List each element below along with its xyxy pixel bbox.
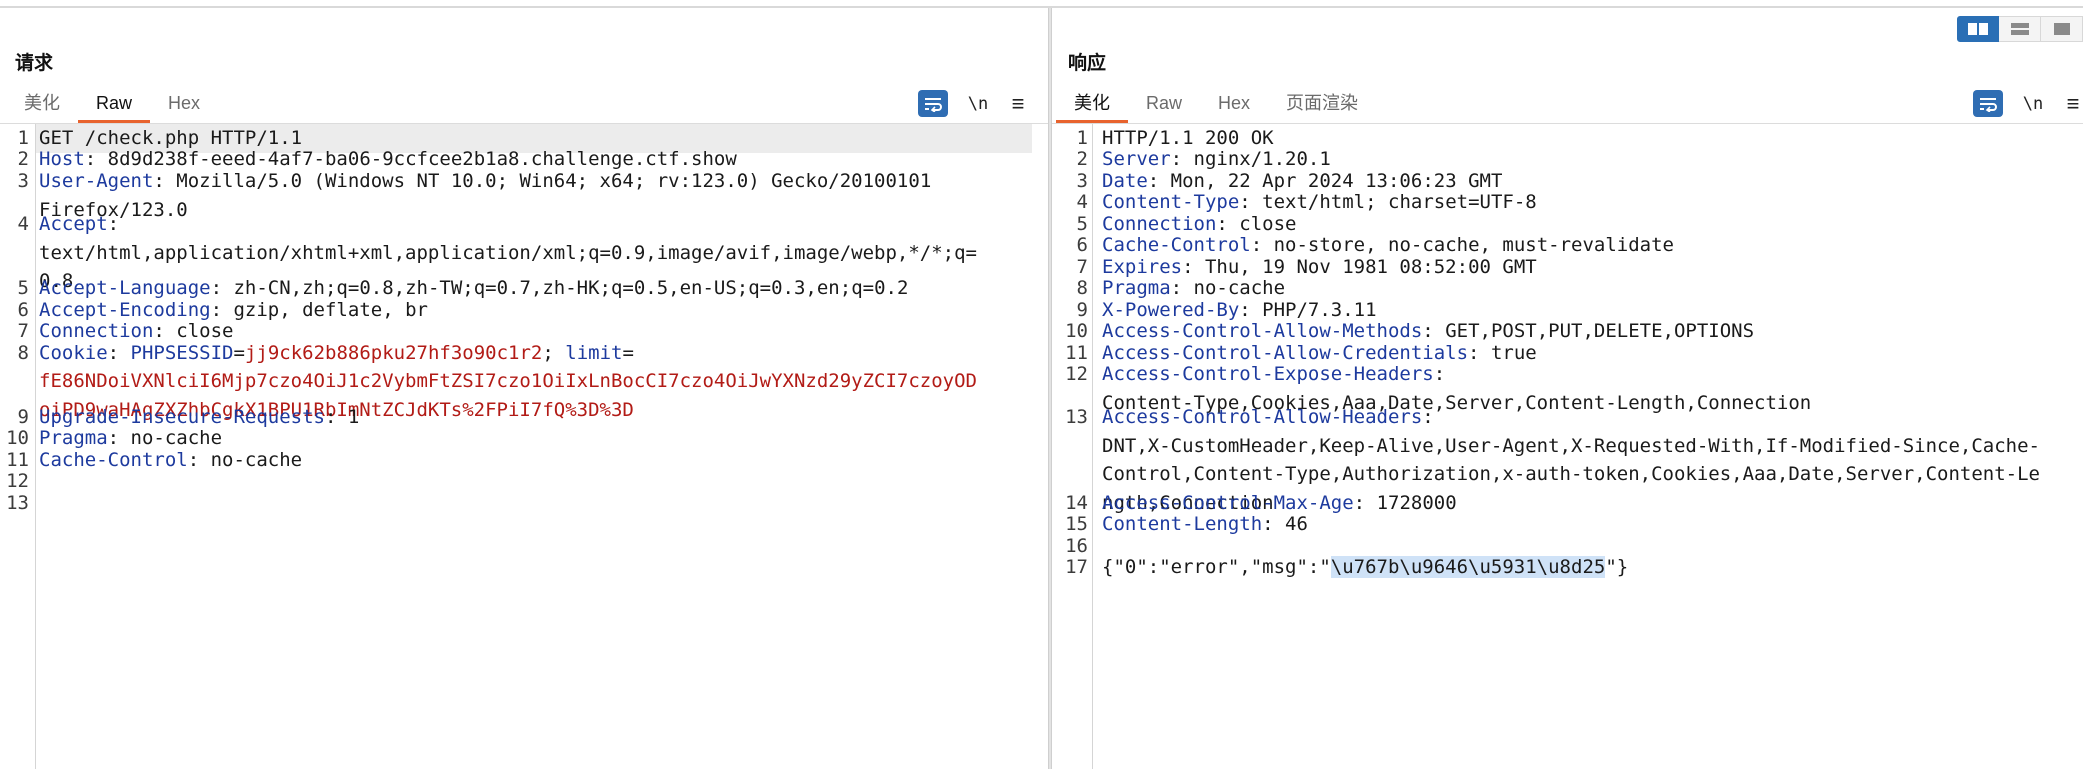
header-separator: :: [153, 169, 177, 192]
wrap-toggle-button[interactable]: [1973, 90, 2003, 117]
body-text: {"0":"error","msg":": [1102, 556, 1331, 578]
tab-页面渲染[interactable]: 页面渲染: [1268, 85, 1376, 123]
line-number: 13: [1065, 405, 1088, 428]
line-number: 13: [6, 491, 29, 514]
request-editor[interactable]: 1 GET /check.php HTTP/1.1 2 Host: 8d9d238f-…: [0, 124, 1048, 769]
equals-sign: =: [233, 341, 245, 364]
header-value: 46: [1285, 513, 1308, 536]
cookie-name: limit: [565, 341, 623, 364]
selected-text[interactable]: \u767b\u9646\u5931\u8d25: [1330, 556, 1606, 578]
code-line: Content-Length: 46: [1102, 510, 1308, 539]
response-title: 响应: [1068, 53, 1107, 74]
menu-icon[interactable]: ≡: [2063, 92, 2083, 114]
header-value: 1728000: [1376, 491, 1457, 514]
response-pane: 响应 美化 Raw Hex 页面渲染 \n ≡ 1 HTTP/1.1 200 OK 2 Se…: [1052, 8, 2083, 769]
response-editor[interactable]: 1 HTTP/1.1 200 OK 2 Server: nginx/1.20.1 3 Da…: [1052, 124, 2083, 769]
header-name: Cookie: [39, 341, 108, 364]
tab-美化[interactable]: 美化: [6, 85, 78, 123]
header-value: text/html,application/xhtml+xml,applicat…: [39, 241, 977, 264]
cookie-value: jj9ck62b886pku27hf3o90c1r2: [244, 341, 543, 364]
code-line: Cache-Control: no-cache: [39, 446, 302, 475]
header-name: Accept: [39, 212, 108, 235]
cookie-value: fE86NDoiVXNlciI6Mjp7czo4OiJ1c2VybmFtZSI7…: [39, 370, 977, 393]
code-line: {"0":"error","msg":"\u767b\u9646\u5931\u…: [1102, 553, 1628, 582]
tab-raw[interactable]: Raw: [78, 85, 151, 123]
header-separator: :: [107, 212, 120, 235]
header-value: gzip, deflate, br: [233, 298, 428, 321]
request-title: 请求: [15, 53, 54, 74]
header-separator: :: [187, 448, 211, 471]
show-newlines-button[interactable]: \n: [2021, 94, 2045, 114]
equals-sign: =: [622, 341, 634, 364]
header-value: DNT,X-CustomHeader,Keep-Alive,User-Agent…: [1102, 434, 2040, 457]
cookie-name: PHPSESSID: [130, 341, 234, 364]
header-name: Access-Control-Allow-Headers: [1102, 405, 1423, 428]
tab-hex[interactable]: Hex: [150, 85, 218, 123]
header-value: 1: [347, 405, 360, 428]
header-separator: :: [1353, 491, 1377, 514]
header-value: Control,Content-Type,Authorization,x-aut…: [1102, 463, 2040, 486]
header-value: no-cache: [210, 448, 303, 471]
header-separator: :: [1262, 513, 1286, 536]
header-name: Access-Control-Expose-Headers: [1102, 362, 1434, 385]
line-number: 12: [1065, 362, 1088, 385]
response-toolbar: \n ≡: [1973, 90, 2083, 117]
header-value: Mozilla/5.0 (Windows NT 10.0; Win64; x64…: [176, 169, 932, 192]
request-tabs: 美化 Raw Hex: [6, 84, 218, 123]
line-number: 8: [17, 341, 29, 364]
line-number: 17: [1065, 556, 1088, 578]
header-value: text/html; charset=UTF-8: [1262, 191, 1537, 214]
line-number: 3: [17, 169, 29, 192]
wrap-icon: [925, 97, 942, 112]
wrap-icon: [1980, 97, 1997, 112]
request-toolbar: \n ≡: [918, 90, 1028, 117]
body-text: "}: [1605, 556, 1629, 578]
show-newlines-button[interactable]: \n: [966, 94, 990, 114]
header-separator: :: [107, 341, 131, 364]
response-tabs: 美化 Raw Hex 页面渲染: [1056, 84, 1376, 123]
cookie-separator: ;: [542, 341, 566, 364]
line-number: 4: [17, 212, 29, 235]
header-separator: :: [324, 405, 348, 428]
line-number-gutter: [35, 124, 36, 769]
header-name: User-Agent: [39, 169, 154, 192]
header-name: Content-Length: [1102, 513, 1263, 536]
header-separator: :: [1422, 405, 1434, 428]
header-name: Cache-Control: [39, 448, 188, 471]
tab-美化[interactable]: 美化: [1056, 85, 1128, 123]
menu-icon[interactable]: ≡: [1008, 92, 1028, 114]
wrap-toggle-button[interactable]: [918, 90, 948, 117]
line-number-gutter: [1092, 124, 1093, 769]
tab-hex[interactable]: Hex: [1200, 85, 1268, 123]
request-pane: 请求 美化 Raw Hex \n ≡ 1 GET /check.php HTTP/1.…: [0, 8, 1048, 769]
header-separator: :: [1433, 362, 1446, 385]
tab-raw[interactable]: Raw: [1128, 85, 1200, 123]
